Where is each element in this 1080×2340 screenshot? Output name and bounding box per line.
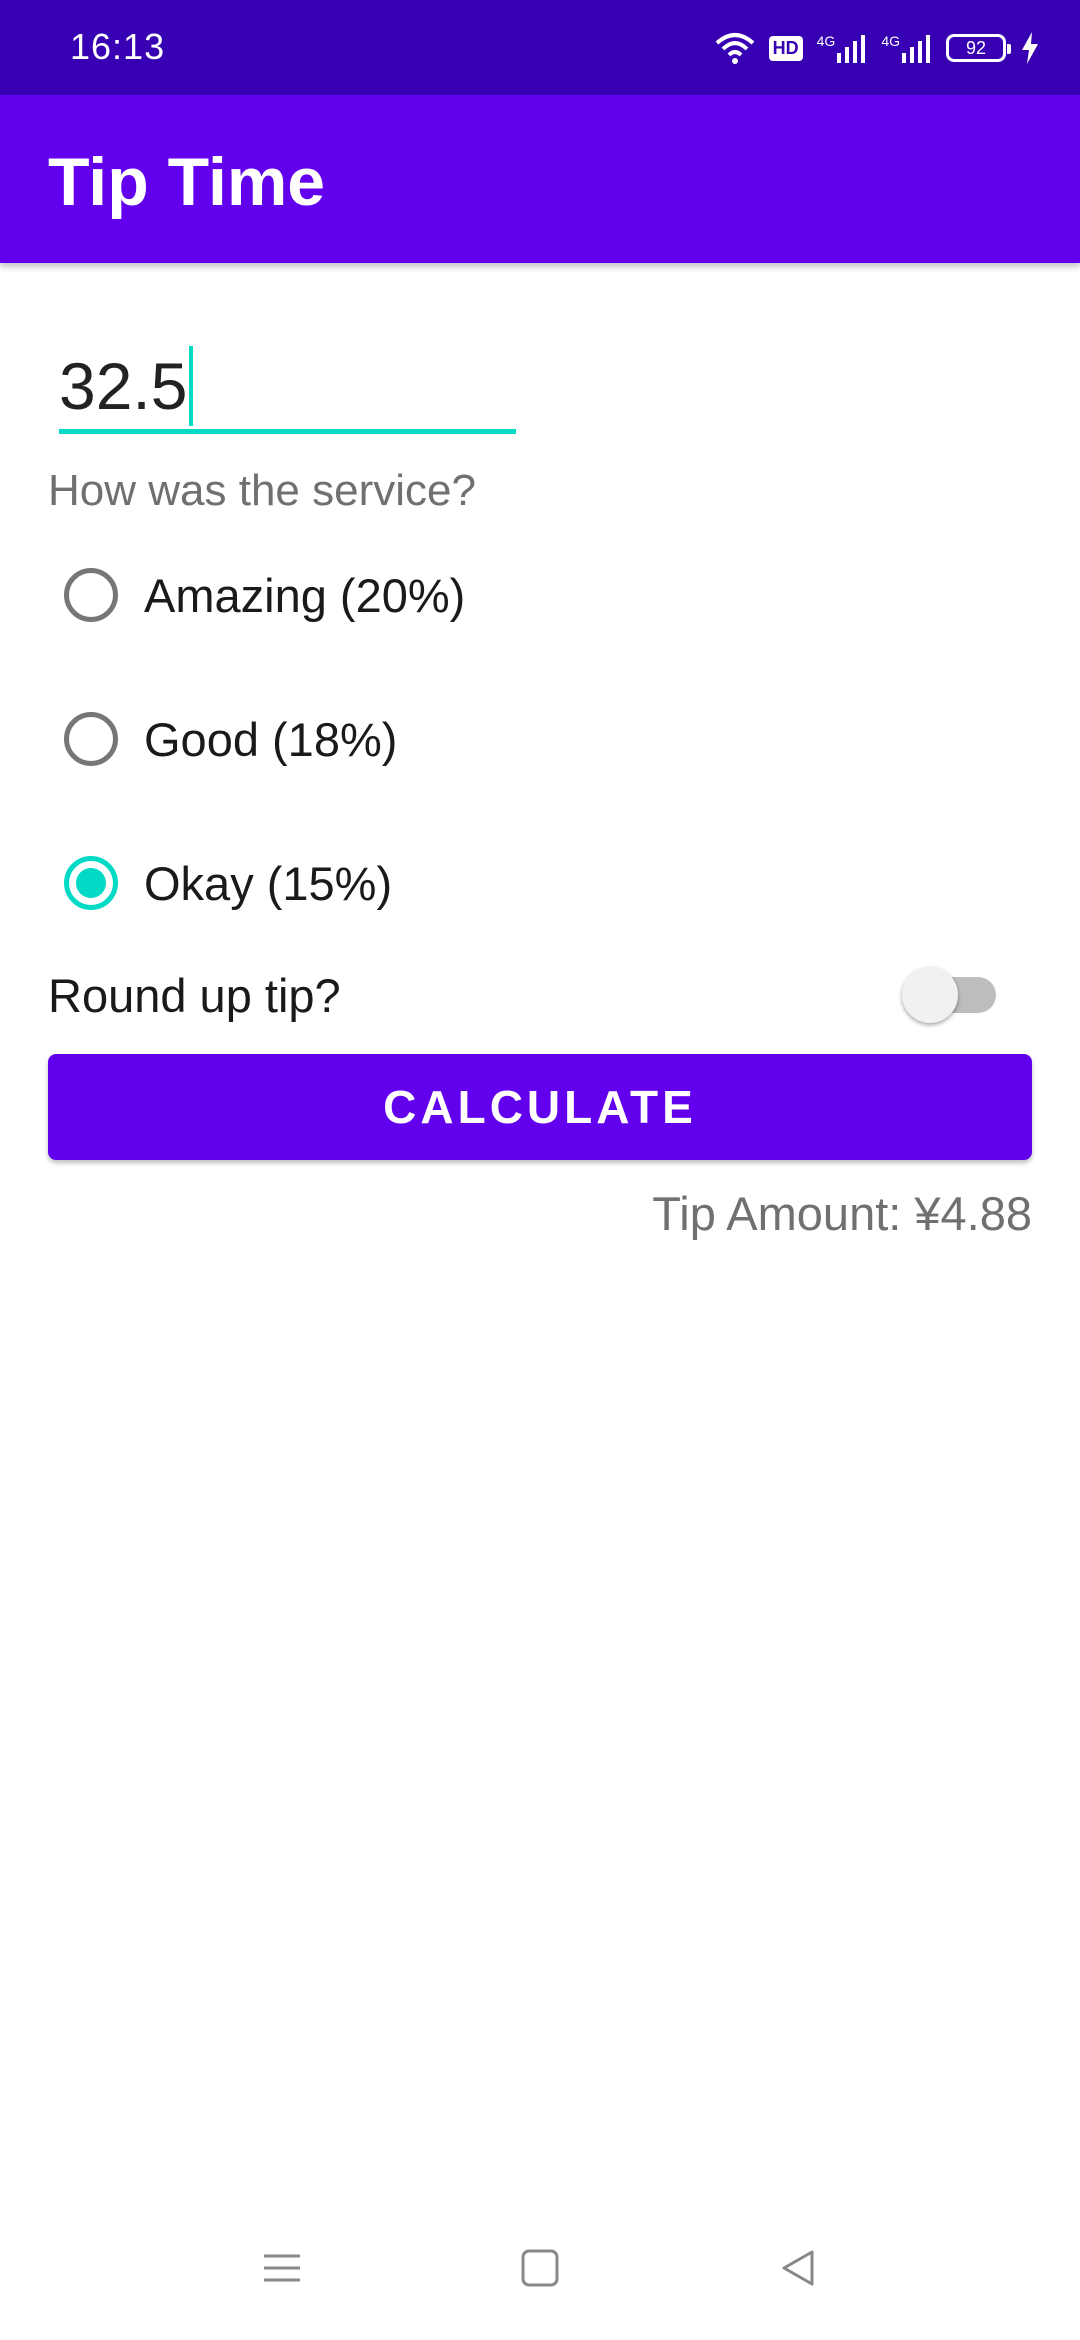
signal-1-label: 4G [816, 33, 836, 49]
wifi-icon [715, 31, 755, 65]
radio-button-okay[interactable] [64, 856, 118, 910]
home-icon[interactable] [520, 2248, 560, 2293]
radio-button-amazing[interactable] [64, 568, 118, 622]
service-question: How was the service? [48, 466, 476, 515]
status-time: 16:13 [70, 26, 166, 67]
round-up-label: Round up tip? [48, 969, 341, 1022]
radio-button-good[interactable] [64, 712, 118, 766]
cost-value-text: 32.5 [59, 349, 188, 423]
signal-4g-icon: 4G [881, 33, 932, 63]
switch-thumb [902, 967, 958, 1023]
cost-value: 32.5 [59, 345, 194, 432]
option-label-okay: Okay (15%) [144, 856, 393, 910]
navigation-bar [0, 2230, 1080, 2310]
option-label-amazing: Amazing (20%) [144, 568, 466, 622]
status-bar: 16:13 HD 4G 4G 92 [0, 0, 1080, 95]
back-icon[interactable] [778, 2248, 818, 2293]
option-label-good: Good (18%) [144, 712, 398, 766]
cost-of-service-input[interactable]: 32.5 [59, 340, 516, 434]
status-icons: HD 4G 4G 92 [715, 26, 1040, 70]
charging-icon [1020, 32, 1040, 64]
signal-4g-icon: 4G [817, 33, 868, 63]
app-title: Tip Time [48, 144, 326, 220]
option-okay[interactable]: Okay (15%) [64, 848, 392, 918]
battery-icon: 92 [946, 34, 1011, 62]
round-up-switch[interactable] [900, 965, 1000, 1025]
text-cursor [189, 345, 194, 426]
app-bar: Tip Time [0, 95, 1080, 263]
signal-2-label: 4G [881, 33, 900, 49]
hd-icon: HD [768, 35, 803, 61]
tip-amount: Tip Amount: ¥4.88 [652, 1187, 1032, 1240]
option-good[interactable]: Good (18%) [64, 704, 397, 774]
menu-icon[interactable] [262, 2248, 302, 2293]
option-amazing[interactable]: Amazing (20%) [64, 560, 465, 630]
calculate-button[interactable]: CALCULATE [48, 1054, 1032, 1160]
